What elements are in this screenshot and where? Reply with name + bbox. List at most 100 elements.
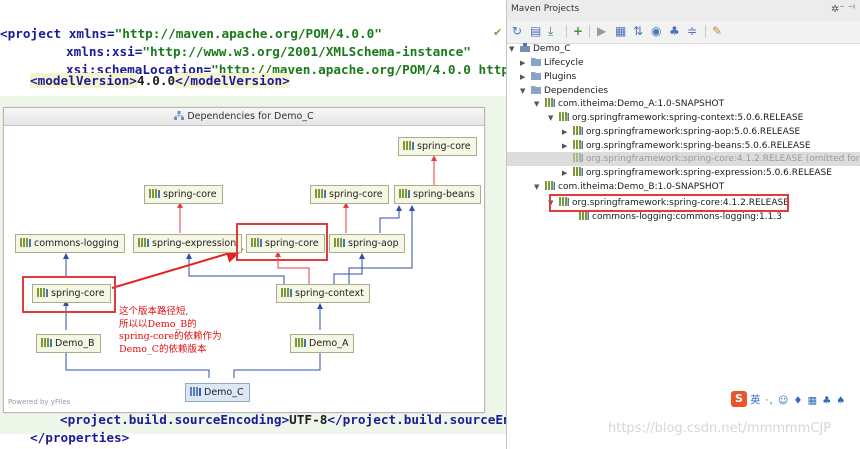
tree-item-spring-core-omitted[interactable]: org.springframework:spring-core:4.1.2.RE… xyxy=(562,152,860,166)
tree-item-label: org.springframework:spring-context:5.0.6… xyxy=(572,113,804,123)
node-commons-logging[interactable]: commons-logging xyxy=(15,234,125,253)
node-label: spring-core xyxy=(163,189,217,200)
expand-arrow-icon[interactable]: ▼ xyxy=(534,97,545,111)
node-spring-context[interactable]: spring-context xyxy=(276,284,370,303)
node-label: spring-context xyxy=(295,288,364,299)
folder-icon xyxy=(531,86,541,94)
maven-toolbar: ↻ ▤ ⤓ + ▶ ▦ ⇅ ◉ ♣ ≑ ✎ xyxy=(507,21,860,44)
tree-item-demo-c[interactable]: ▼ Demo_C xyxy=(509,42,571,56)
tree-item-lifecycle[interactable]: ▶ Lifecycle xyxy=(520,56,583,70)
tree-item-label: commons-logging:commons-logging:1.1.3 xyxy=(592,212,782,222)
toolbar-separator xyxy=(705,25,706,38)
expand-arrow-icon[interactable]: ▶ xyxy=(520,56,531,70)
node-label: spring-aop xyxy=(348,238,399,249)
library-icon xyxy=(545,181,555,190)
expand-arrow-icon[interactable]: ▶ xyxy=(520,70,531,84)
toolbar-separator xyxy=(566,25,567,38)
tree-item-dependencies[interactable]: ▼ Dependencies xyxy=(520,84,608,98)
code-value: "http://maven.apache.org/POM/4.0.0" xyxy=(114,26,382,41)
settings-icon[interactable]: ✎ xyxy=(712,24,722,39)
tree-item-label: com.itheima:Demo_B:1.0-SNAPSHOT xyxy=(558,182,725,192)
maven-panel-header: Maven Projects ✲⁻ ⁻ᴵ xyxy=(507,0,860,22)
code-tag: <project xyxy=(0,26,62,41)
tree-item-label: org.springframework:spring-core:4.1.2.RE… xyxy=(586,154,860,164)
library-icon xyxy=(315,189,326,198)
sogou-logo-icon[interactable]: S xyxy=(731,391,747,407)
folder-icon xyxy=(531,58,541,66)
dependency-diagram-window[interactable]: Dependencies for Demo_C spring-core spri… xyxy=(3,107,485,413)
watermark: https://blog.csdn.net/mmmmmCJP xyxy=(608,421,832,436)
tree-item-spring-aop[interactable]: ▶ org.springframework:spring-aop:5.0.6.RE… xyxy=(562,125,800,139)
code-line-encoding: <project.build.sourceEncoding>UTF-8</pro… xyxy=(60,411,506,429)
execute-goal-icon[interactable]: ▦ xyxy=(615,24,626,39)
code-line-properties: </properties> xyxy=(30,429,129,447)
expand-arrow-icon[interactable]: ▼ xyxy=(509,42,520,56)
annotation-text: 这个版本路径短, 所以以Demo_B的 spring-core的依赖作为 Dem… xyxy=(119,306,222,356)
node-spring-beans[interactable]: spring-beans xyxy=(394,185,481,204)
node-demo-c[interactable]: Demo_C xyxy=(185,383,250,402)
toolbar-separator xyxy=(589,25,590,38)
library-icon xyxy=(573,126,583,135)
download-icon[interactable]: ⤓ xyxy=(548,24,553,39)
run-icon[interactable]: ▶ xyxy=(597,24,606,39)
ime-toolbar[interactable]: S 英 ·, ☺ ♦ ▦ ♣ ♠ xyxy=(731,391,846,407)
node-spring-expression[interactable]: spring-expression xyxy=(133,234,243,253)
library-icon xyxy=(559,112,569,121)
ime-status-icons[interactable]: 英 ·, ☺ ♦ ▦ ♣ ♠ xyxy=(750,396,846,407)
panel-settings-icon[interactable]: ✲⁻ ⁻ᴵ xyxy=(831,4,855,15)
node-demo-b[interactable]: Demo_B xyxy=(36,334,101,353)
maven-projects-panel[interactable]: Maven Projects ✲⁻ ⁻ᴵ ↻ ▤ ⤓ + ▶ ▦ ⇅ ◉ ♣ ≑… xyxy=(506,0,860,449)
library-icon xyxy=(403,141,414,150)
library-icon xyxy=(545,98,555,107)
code-attr: xmlns:xsi= xyxy=(66,44,143,59)
node-demo-a[interactable]: Demo_A xyxy=(290,334,355,353)
inspection-check-icon[interactable]: ✔ xyxy=(493,26,502,39)
expand-arrow-icon[interactable]: ▶ xyxy=(562,139,573,153)
library-icon xyxy=(138,238,149,247)
library-icon xyxy=(295,338,306,347)
tree-item-demo-a[interactable]: ▼ com.itheima:Demo_A:1.0-SNAPSHOT xyxy=(534,97,724,111)
skip-tests-icon[interactable]: ◉ xyxy=(651,24,661,39)
node-label: spring-core xyxy=(417,141,471,152)
node-spring-aop[interactable]: spring-aop xyxy=(329,234,405,253)
highlight-maven-spring-core xyxy=(549,194,789,212)
expand-arrow-icon[interactable]: ▶ xyxy=(562,166,573,180)
tree-item-spring-expression[interactable]: ▶ org.springframework:spring-expression:5… xyxy=(562,166,832,180)
node-label: Demo_A xyxy=(309,338,349,349)
folder-icon xyxy=(531,72,541,80)
code-line-2: xmlns:xsi="http://www.w3.org/2001/XMLSch… xyxy=(66,43,471,61)
expand-arrow-icon[interactable]: ▼ xyxy=(548,111,559,125)
code-tag: <modelVersion> xyxy=(30,73,137,88)
tree-item-demo-b[interactable]: ▼ com.itheima:Demo_B:1.0-SNAPSHOT xyxy=(534,180,724,194)
collapse-all-icon[interactable]: ≑ xyxy=(687,24,697,39)
tree-item-label: com.itheima:Demo_A:1.0-SNAPSHOT xyxy=(558,99,725,109)
library-icon xyxy=(399,189,410,198)
node-spring-core-top[interactable]: spring-core xyxy=(398,137,477,156)
library-icon xyxy=(573,167,583,176)
library-icon xyxy=(573,140,583,149)
node-spring-core-left[interactable]: spring-core xyxy=(144,185,223,204)
refresh-icon[interactable]: ↻ xyxy=(512,24,522,39)
tree-item-label: Plugins xyxy=(544,72,577,82)
annotation-line: 所以以Demo_B的 xyxy=(119,318,197,330)
library-icon xyxy=(573,153,583,162)
expand-arrow-icon[interactable]: ▶ xyxy=(562,125,573,139)
code-tag: <project.build.sourceEncoding> xyxy=(60,412,290,427)
code-line-1: <project xmlns="http://maven.apache.org/… xyxy=(0,25,382,43)
generate-sources-icon[interactable]: ▤ xyxy=(530,24,541,39)
show-dependencies-icon[interactable]: ♣ xyxy=(669,24,680,39)
tree-item-commons-logging[interactable]: commons-logging:commons-logging:1.1.3 xyxy=(568,210,782,224)
toggle-offline-icon[interactable]: ⇅ xyxy=(633,24,643,39)
tree-item-spring-context[interactable]: ▼ org.springframework:spring-context:5.0.… xyxy=(548,111,803,125)
expand-arrow-icon[interactable]: ▼ xyxy=(534,180,545,194)
tree-item-label: org.springframework:spring-expression:5.… xyxy=(586,168,832,178)
tree-item-plugins[interactable]: ▶ Plugins xyxy=(520,70,576,84)
edge-context-to-aop xyxy=(333,253,365,286)
node-label: spring-core xyxy=(329,189,383,200)
add-icon[interactable]: + xyxy=(573,24,583,39)
node-spring-core-right[interactable]: spring-core xyxy=(310,185,389,204)
node-label: Demo_B xyxy=(55,338,95,349)
library-icon xyxy=(149,189,160,198)
expand-arrow-icon[interactable]: ▼ xyxy=(520,84,531,98)
tree-item-spring-beans[interactable]: ▶ org.springframework:spring-beans:5.0.6.… xyxy=(562,139,811,153)
